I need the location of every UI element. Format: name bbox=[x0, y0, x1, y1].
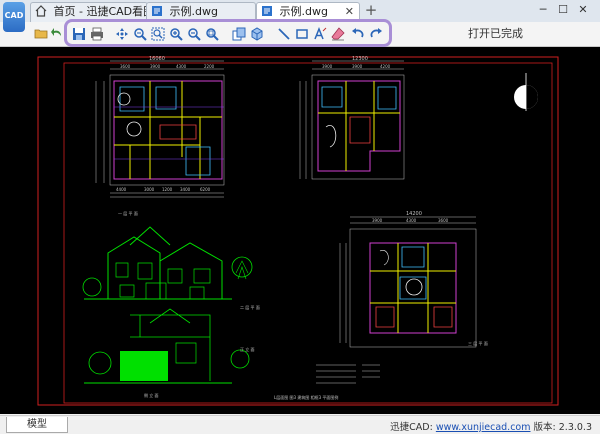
tab-drawing-1-label: 示例.dwg bbox=[169, 5, 218, 18]
app-logo: CAD bbox=[3, 2, 25, 32]
model-tab[interactable]: 模型 bbox=[6, 417, 68, 433]
dim-right-top-1: 3900 bbox=[322, 64, 333, 69]
load-status: 打开已完成 bbox=[468, 27, 523, 40]
dim-top-4: 2200 bbox=[204, 64, 215, 69]
redo-icon[interactable] bbox=[369, 27, 383, 41]
outer-frame bbox=[37, 56, 559, 406]
open-folder-icon[interactable] bbox=[34, 26, 48, 40]
dim-bottom-3: 1200 bbox=[162, 187, 173, 192]
dim-right-plan-total: 14200 bbox=[406, 211, 422, 217]
zoom-window-icon[interactable] bbox=[151, 27, 165, 41]
label-second-floor: 二 层 平 面 bbox=[240, 304, 260, 310]
maximize-button[interactable]: ☐ bbox=[554, 2, 572, 18]
side-elevation bbox=[84, 308, 250, 384]
new-tab-button[interactable]: + bbox=[362, 2, 380, 20]
dim-bottom-5: 6200 bbox=[200, 187, 211, 192]
tab-drawing-2-label: 示例.dwg bbox=[279, 5, 328, 18]
zoom-out-icon[interactable] bbox=[187, 27, 201, 41]
undo-icon[interactable] bbox=[351, 27, 365, 41]
dim-bottom-4: 3400 bbox=[180, 187, 191, 192]
dim-right-top-3: 4200 bbox=[380, 64, 391, 69]
floor-plan-2 bbox=[299, 60, 405, 180]
zoom-extents-icon[interactable] bbox=[205, 27, 219, 41]
version-label: 版本: 2.3.0.3 bbox=[533, 422, 592, 433]
text-tool-icon[interactable] bbox=[313, 27, 327, 41]
dim-bottom-2: 3000 bbox=[144, 187, 155, 192]
status-bar: 模型 迅捷CAD: www.xunjiecad.com 版本: 2.3.0.3 bbox=[0, 415, 600, 434]
drawing-svg: 16060 3600 3900 4300 2200 4400 3000 1200… bbox=[37, 56, 559, 406]
dim-top-3: 4300 bbox=[176, 64, 187, 69]
zoom-in-icon[interactable] bbox=[169, 27, 183, 41]
tab-home-label: 首页 - 迅捷CAD看图 bbox=[53, 5, 148, 18]
label-third-floor: 三 层 平 面 bbox=[468, 340, 488, 346]
dwg-file-icon bbox=[152, 6, 162, 16]
save-icon[interactable] bbox=[72, 27, 86, 41]
layer-icon[interactable] bbox=[232, 27, 246, 41]
close-window-button[interactable]: ✕ bbox=[574, 2, 592, 18]
label-side-elevation: 侧 立 面 bbox=[144, 392, 159, 398]
view-3d-icon[interactable] bbox=[250, 27, 264, 41]
home-icon bbox=[35, 5, 47, 17]
dim-right-top-2: 3900 bbox=[352, 64, 363, 69]
footer-info: 迅捷CAD: www.xunjiecad.com 版本: 2.3.0.3 bbox=[390, 419, 592, 433]
brand-label: 迅捷CAD: bbox=[390, 422, 433, 433]
floor-plan-1 bbox=[95, 60, 225, 198]
north-arrow bbox=[514, 73, 538, 111]
eraser-icon[interactable] bbox=[331, 27, 345, 41]
line-tool-icon[interactable] bbox=[277, 27, 291, 41]
website-link[interactable]: www.xunjiecad.com bbox=[436, 422, 531, 433]
dim-top-total: 16060 bbox=[149, 56, 165, 62]
dwg-file-icon bbox=[262, 6, 272, 16]
print-icon[interactable] bbox=[90, 27, 104, 41]
rectangle-tool-icon[interactable] bbox=[295, 27, 309, 41]
dim-right-top-total: 12300 bbox=[352, 56, 368, 62]
dim-top-1: 3600 bbox=[120, 64, 131, 69]
minimize-button[interactable]: ─ bbox=[534, 2, 552, 18]
drawing-canvas[interactable]: 16060 3600 3900 4300 2200 4400 3000 1200… bbox=[0, 47, 600, 414]
dim-right-plan-3: 3600 bbox=[438, 218, 449, 223]
front-elevation bbox=[82, 226, 253, 300]
dim-top-2: 3900 bbox=[150, 64, 161, 69]
pan-icon[interactable] bbox=[115, 27, 129, 41]
label-first-floor: 一 层 平 面 bbox=[118, 210, 138, 216]
back-arrow-icon[interactable] bbox=[50, 26, 64, 40]
label-sheet-bottom: L层面图 图3 建筑图 相框3 平面图例 bbox=[274, 394, 338, 400]
app-logo-text: CAD bbox=[4, 11, 24, 20]
dim-right-plan-2: 4300 bbox=[406, 218, 417, 223]
floor-plan-3 bbox=[316, 216, 477, 384]
label-front-elevation: 正 立 面 bbox=[240, 346, 255, 352]
zoom-realtime-icon[interactable] bbox=[133, 27, 147, 41]
dim-bottom-1: 4400 bbox=[116, 187, 127, 192]
dim-right-plan-1: 3900 bbox=[372, 218, 383, 223]
